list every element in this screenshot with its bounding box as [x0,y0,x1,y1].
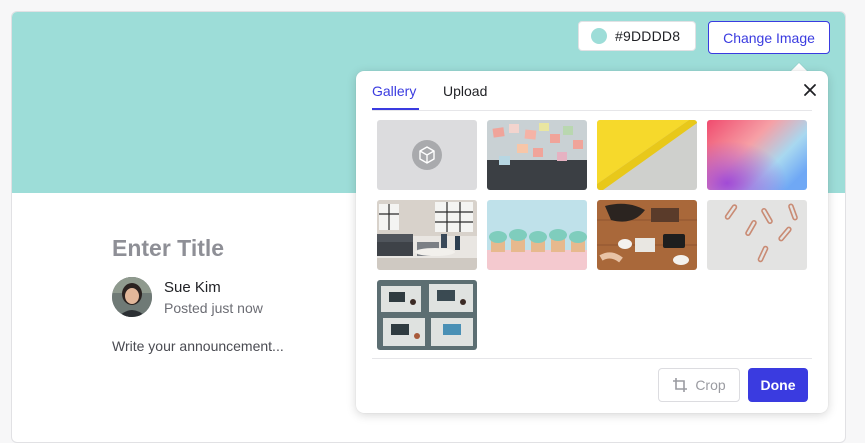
thumbnail-yellow-concrete[interactable] [597,120,697,190]
tab-upload[interactable]: Upload [443,83,487,99]
image-picker-popover: Gallery Upload Crop Done [356,71,828,413]
posted-time: Posted just now [164,300,263,316]
tab-gallery[interactable]: Gallery [372,83,416,99]
thumbnail-gradient[interactable] [707,120,807,190]
thumbnail-coffee-table[interactable] [597,200,697,270]
thumbnail-overhead-desks[interactable] [377,280,477,350]
thumbnail-office-lounge[interactable] [377,200,477,270]
crop-label: Crop [695,377,726,393]
picker-tabs: Gallery Upload [372,71,812,111]
thumbnail-cupcakes[interactable] [487,200,587,270]
thumbnail-no-image[interactable] [377,120,477,190]
cover-color-hex: #9DDDD8 [615,28,681,44]
crop-button[interactable]: Crop [658,368,740,402]
thumbnail-paper-clips[interactable] [707,200,807,270]
active-tab-indicator [372,108,419,110]
close-icon[interactable] [800,80,820,100]
avatar [112,277,152,317]
change-image-button[interactable]: Change Image [708,21,830,54]
announcement-body-input[interactable]: Write your announcement... [112,338,284,354]
crop-icon [673,378,688,392]
color-swatch [591,28,607,44]
cover-color-chip[interactable]: #9DDDD8 [578,21,696,51]
author-name: Sue Kim [164,279,221,296]
title-input[interactable]: Enter Title [112,235,224,262]
done-button[interactable]: Done [748,368,808,402]
picker-footer-divider [372,358,812,359]
thumbnail-sticky-notes[interactable] [487,120,587,190]
